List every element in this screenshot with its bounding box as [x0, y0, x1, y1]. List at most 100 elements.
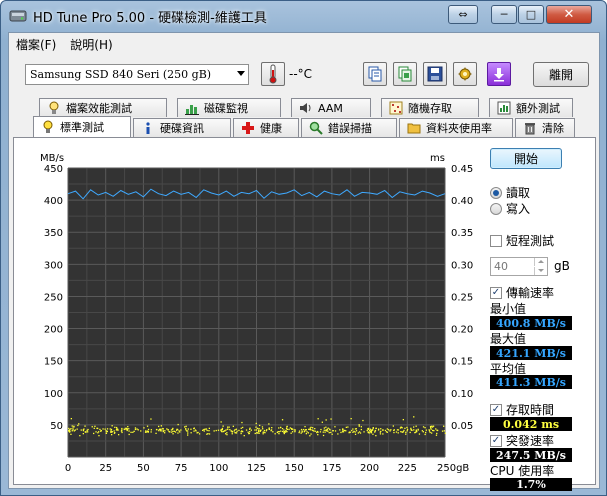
access-time-point [380, 428, 382, 430]
download-button[interactable] [487, 62, 511, 86]
access-time-point [332, 430, 334, 432]
tab-disk-info[interactable]: 硬碟資訊 [133, 118, 231, 137]
read-label: 讀取 [506, 186, 531, 200]
access-time-point [360, 428, 362, 431]
access-time-point [93, 432, 95, 435]
access-time-point [121, 431, 123, 434]
access-time-point [306, 431, 308, 433]
tab-disk-monitor[interactable]: 磁碟監視 [177, 98, 281, 117]
extra-window-button[interactable]: ⇔ [448, 5, 478, 24]
access-time-point [322, 434, 325, 437]
short-test-label: 短程測試 [506, 234, 555, 248]
access-time-point [171, 428, 174, 430]
access-time-point [137, 429, 139, 431]
access-time-point [94, 425, 96, 427]
disk-monitor-icon [185, 101, 199, 115]
y-tick-label-right: 0.25 [451, 292, 473, 303]
access-time-checkbox[interactable]: ✓ 存取時間 [490, 401, 554, 418]
access-time-point [255, 429, 258, 431]
access-time-point [345, 426, 347, 428]
access-time-point [357, 432, 359, 434]
x-tick-label: 150 [285, 463, 304, 474]
cpu-usage-value: 1.7% [490, 478, 572, 491]
short-test-checkbox[interactable]: 短程測試 [490, 232, 554, 249]
minimize-button[interactable]: ─ [491, 5, 517, 24]
access-time-point [432, 425, 435, 427]
save-icon [427, 66, 443, 82]
access-time-point [311, 429, 314, 431]
title-bar[interactable]: HD Tune Pro 5.00 - 硬碟檢測-維護工具 ⇔ ─ □ ✕ [1, 1, 606, 31]
access-time-point [93, 427, 95, 429]
access-time-point [286, 426, 288, 428]
tab-health[interactable]: 健康 [233, 118, 299, 137]
access-time-point [127, 426, 129, 428]
access-time-point [317, 418, 319, 420]
access-time-point [301, 430, 303, 432]
maximize-button[interactable]: □ [518, 5, 544, 24]
access-time-point [410, 429, 412, 431]
access-time-point [155, 432, 157, 434]
access-time-point [443, 430, 445, 432]
access-time-point [289, 427, 291, 429]
exit-button[interactable]: 離開 [533, 62, 589, 87]
access-time-point [313, 430, 315, 432]
access-time-point [403, 429, 405, 432]
start-button[interactable]: 開始 [490, 148, 562, 169]
access-time-point [128, 430, 130, 432]
access-time-point [291, 431, 294, 433]
access-time-point [110, 430, 112, 432]
short-test-size-input[interactable]: 40 [490, 257, 548, 276]
checkmark-icon: ✓ [490, 434, 502, 447]
access-time-point [111, 425, 113, 427]
access-time-point [162, 428, 164, 430]
access-time-point [418, 433, 421, 435]
spin-down-icon[interactable] [534, 267, 547, 275]
tab-erase[interactable]: 清除 [515, 118, 575, 137]
menu-help[interactable]: 說明(H) [63, 36, 119, 53]
tab-error-scan[interactable]: 錯誤掃描 [301, 118, 397, 137]
copy-screenshot-button[interactable] [393, 62, 417, 86]
menu-file[interactable]: 檔案(F) [9, 36, 63, 53]
close-button[interactable]: ✕ [546, 5, 592, 24]
y-tick-label-left: 350 [44, 228, 63, 239]
transfer-rate-checkbox[interactable]: ✓ 傳輸速率 [490, 284, 554, 301]
read-radio[interactable]: 讀取 [490, 184, 530, 201]
access-time-point [171, 431, 173, 433]
access-time-point [134, 427, 137, 429]
access-time-point [222, 425, 224, 427]
access-time-point [187, 428, 189, 430]
access-time-point [232, 425, 234, 427]
access-time-point [147, 430, 149, 433]
access-time-point [371, 429, 373, 431]
burst-rate-checkbox[interactable]: ✓ 突發速率 [490, 432, 554, 449]
save-button[interactable] [423, 62, 447, 86]
tab-label: 磁碟監視 [204, 102, 248, 115]
access-time-point [352, 428, 354, 430]
access-time-point [208, 430, 210, 432]
tab-label: 資料夾使用率 [426, 122, 492, 135]
checkbox-unchecked-icon [490, 234, 502, 247]
access-time-point [71, 425, 73, 427]
spin-up-icon[interactable] [534, 258, 547, 266]
tab-aam[interactable]: AAM [291, 98, 371, 117]
tab-file-benchmark[interactable]: 檔案效能測試 [39, 98, 167, 117]
tab-extra-tests[interactable]: 額外測試 [489, 98, 573, 117]
options-button[interactable] [453, 62, 477, 86]
access-time-point [83, 428, 85, 430]
access-time-point [121, 427, 123, 430]
access-time-point [384, 429, 387, 432]
tab-random-access[interactable]: 隨機存取 [381, 98, 479, 117]
y-tick-label-right: 0.30 [451, 260, 473, 271]
access-time-point [114, 426, 116, 428]
copy-text-button[interactable] [363, 62, 387, 86]
access-time-point [222, 430, 225, 433]
write-radio[interactable]: 寫入 [490, 200, 530, 217]
tab-benchmark[interactable]: 標準測試 [33, 116, 131, 137]
tab-folder-usage[interactable]: 資料夾使用率 [399, 118, 513, 137]
access-time-point [354, 433, 357, 435]
access-time-point [202, 429, 204, 431]
drive-select[interactable]: Samsung SSD 840 Seri (250 gB) [25, 64, 249, 85]
temperature-button[interactable] [261, 62, 285, 86]
access-time-point [406, 426, 408, 429]
access-time-point [113, 432, 116, 434]
